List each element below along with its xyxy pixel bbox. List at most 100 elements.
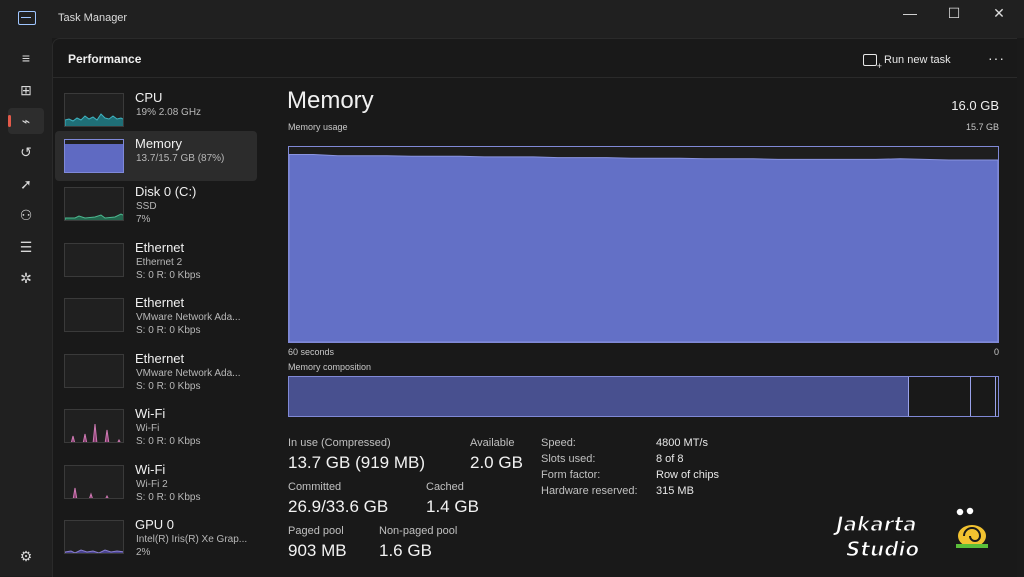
- composition-label: Memory composition: [288, 362, 372, 372]
- sidebar-item-detail: Wi-Fi: [136, 423, 160, 434]
- wifi-thumbnail-graph: [64, 465, 124, 499]
- users-icon[interactable]: ⚇: [8, 202, 44, 228]
- detail-slots-key: Slots used:: [541, 453, 596, 465]
- ethernet-thumbnail-graph: [64, 298, 124, 332]
- sidebar-item-wifi[interactable]: Wi-Fi Wi-Fi S: 0 R: 0 Kbps: [55, 401, 257, 451]
- stat-in-use-label: In use (Compressed): [288, 437, 391, 449]
- page-title: Performance: [68, 52, 142, 66]
- sidebar-item-detail: SSD: [136, 201, 157, 212]
- header-divider: [53, 77, 1017, 78]
- settings-icon[interactable]: ⚙: [8, 543, 44, 569]
- detail-form-factor-value: Row of chips: [656, 469, 719, 481]
- title-bar: Task Manager — ☐ ✕: [0, 0, 1024, 38]
- sidebar-item-ethernet[interactable]: Ethernet Ethernet 2 S: 0 R: 0 Kbps: [55, 235, 257, 285]
- sidebar-item-ethernet[interactable]: Ethernet VMware Network Ada... S: 0 R: 0…: [55, 290, 257, 340]
- navigation-rail: ≡ ⊞ ⌁ ↺ ➚ ⚇ ☰ ✲ ⚙: [0, 38, 52, 576]
- sidebar-item-cpu[interactable]: CPU 19% 2.08 GHz: [55, 85, 257, 135]
- sidebar-item-memory[interactable]: Memory 13.7/15.7 GB (87%): [55, 131, 257, 181]
- composition-in-use-segment[interactable]: [289, 377, 909, 416]
- sidebar-item-detail: 13.7/15.7 GB (87%): [136, 153, 225, 164]
- memory-usage-graph: [288, 146, 999, 343]
- menu-icon[interactable]: ≡: [8, 45, 44, 71]
- sidebar-item-detail: Wi-Fi 2: [136, 479, 168, 490]
- detail-form-factor-key: Form factor:: [541, 469, 601, 481]
- detail-speed-value: 4800 MT/s: [656, 437, 708, 449]
- sidebar-item-name: Memory: [135, 136, 182, 151]
- sidebar-item-name: Wi-Fi: [135, 462, 166, 477]
- sidebar-item-detail: VMware Network Ada...: [136, 368, 241, 379]
- maximize-button[interactable]: ☐: [932, 4, 976, 22]
- composition-modified-segment[interactable]: [908, 377, 971, 416]
- sidebar-item-name: Disk 0 (C:): [135, 184, 197, 199]
- stat-committed-label: Committed: [288, 481, 342, 493]
- total-memory: 16.0 GB: [951, 98, 999, 113]
- processes-icon[interactable]: ⊞: [8, 77, 44, 103]
- stat-non-paged-pool-label: Non-paged pool: [379, 525, 458, 537]
- composition-standby-segment[interactable]: [970, 377, 996, 416]
- sidebar-item-gpu[interactable]: GPU 0 Intel(R) Iris(R) Xe Grap... 2%: [55, 512, 257, 562]
- stat-available-value: 2.0 GB: [470, 453, 523, 472]
- resource-title: Memory: [287, 87, 374, 114]
- detail-speed-key: Speed:: [541, 437, 576, 449]
- sidebar-item-value: S: 0 R: 0 Kbps: [136, 270, 201, 281]
- sidebar-item-disk[interactable]: Disk 0 (C:) SSD 7%: [55, 179, 257, 229]
- sidebar-item-value: S: 0 R: 0 Kbps: [136, 436, 201, 447]
- stat-paged-pool-value: 903 MB: [288, 541, 347, 560]
- wifi-thumbnail-graph: [64, 409, 124, 443]
- memory-composition-bar[interactable]: [288, 376, 999, 417]
- sidebar-item-value: S: 0 R: 0 Kbps: [136, 325, 201, 336]
- more-options-button[interactable]: ···: [988, 50, 1005, 66]
- performance-icon[interactable]: ⌁: [8, 108, 44, 134]
- watermark-logo: Jakarta Studio: [835, 506, 996, 564]
- close-button[interactable]: ✕: [977, 4, 1021, 22]
- usage-graph-max: 15.7 GB: [965, 122, 999, 132]
- graph-x-right-label: 0: [993, 347, 999, 357]
- stat-cached-label: Cached: [426, 481, 464, 493]
- sidebar-item-wifi[interactable]: Wi-Fi Wi-Fi 2 S: 0 R: 0 Kbps: [55, 457, 257, 507]
- sidebar-item-name: Wi-Fi: [135, 406, 166, 421]
- startup-icon[interactable]: ➚: [8, 171, 44, 197]
- stat-committed-value: 26.9/33.6 GB: [288, 497, 389, 516]
- detail-slots-value: 8 of 8: [656, 453, 684, 465]
- sidebar-item-detail: Intel(R) Iris(R) Xe Grap...: [136, 534, 248, 545]
- sidebar-item-detail: 19% 2.08 GHz: [136, 107, 202, 118]
- memory-thumbnail-graph: [64, 139, 124, 173]
- history-icon[interactable]: ↺: [8, 139, 44, 165]
- sidebar-item-name: GPU 0: [135, 517, 175, 532]
- disk-thumbnail-graph: [64, 187, 124, 221]
- services-icon[interactable]: ✲: [8, 265, 44, 291]
- sidebar-item-value: S: 0 R: 0 Kbps: [136, 492, 201, 503]
- stat-cached-value: 1.4 GB: [426, 497, 479, 516]
- stat-in-use-value: 13.7 GB (919 MB): [288, 453, 426, 472]
- sidebar-item-value: S: 0 R: 0 Kbps: [136, 381, 201, 392]
- sidebar-item-ethernet[interactable]: Ethernet VMware Network Ada... S: 0 R: 0…: [55, 346, 257, 396]
- detail-hw-reserved-key: Hardware reserved:: [541, 485, 638, 497]
- details-icon[interactable]: ☰: [8, 234, 44, 260]
- sidebar-item-name: CPU: [135, 90, 163, 105]
- sidebar-item-name: Ethernet: [135, 240, 185, 255]
- cpu-thumbnail-graph: [64, 93, 124, 127]
- sidebar-item-detail: Ethernet 2: [136, 257, 183, 268]
- sidebar-item-detail: VMware Network Ada...: [136, 312, 241, 323]
- sidebar-item-value: 7%: [136, 214, 151, 225]
- minimize-button[interactable]: —: [888, 4, 932, 22]
- memory-usage-area: [288, 154, 999, 343]
- stat-available-label: Available: [470, 437, 515, 449]
- snail-mascot-icon: [955, 506, 988, 549]
- gpu-thumbnail-graph: [64, 520, 124, 554]
- detail-hw-reserved-value: 315 MB: [656, 485, 694, 497]
- watermark-line2: Studio: [845, 536, 920, 561]
- sidebar-item-value: 2%: [136, 547, 151, 558]
- task-manager-window: Task Manager — ☐ ✕ ≡ ⊞ ⌁ ↺ ➚ ⚇ ☰ ✲ ⚙ Per…: [0, 0, 1024, 577]
- ethernet-thumbnail-graph: [64, 243, 124, 277]
- watermark-line1: Jakarta: [835, 511, 917, 536]
- stat-paged-pool-label: Paged pool: [288, 525, 344, 537]
- window-title: Task Manager: [58, 12, 128, 24]
- sidebar-item-name: Ethernet: [135, 295, 185, 310]
- sidebar-item-name: Ethernet: [135, 351, 185, 366]
- run-new-task-button[interactable]: Run new task: [863, 50, 951, 71]
- run-new-task-label: Run new task: [884, 54, 951, 66]
- performance-page: Performance Run new task ··· CPU 19% 2.0…: [52, 38, 1017, 577]
- memory-usage-chart: [288, 154, 999, 343]
- run-task-icon: [863, 54, 882, 71]
